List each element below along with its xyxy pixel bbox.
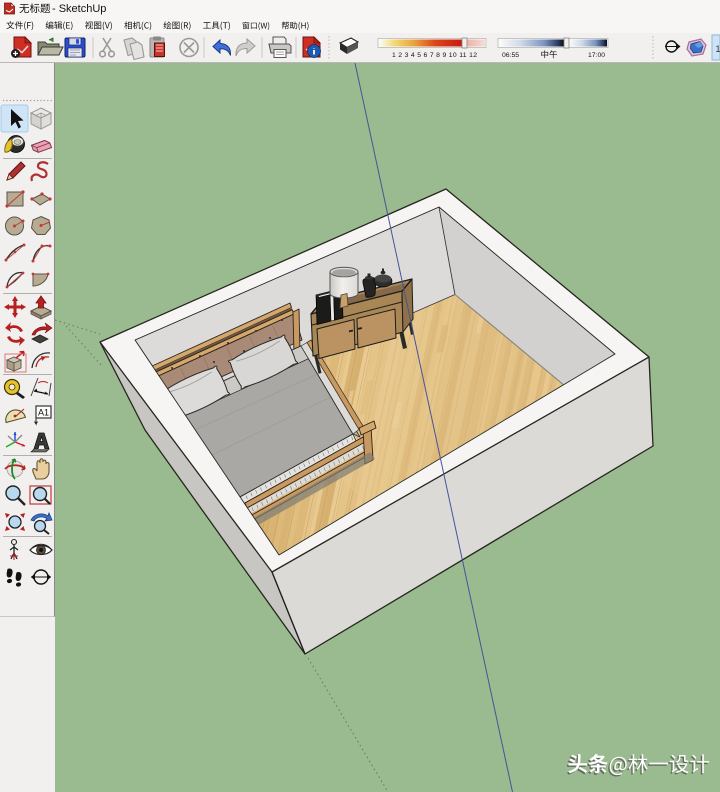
svg-text:1 2 3 4 5 6 7 8 9 10 11 12: 1 2 3 4 5 6 7 8 9 10 11 12 xyxy=(392,52,477,59)
svg-text:17:00: 17:00 xyxy=(588,52,605,59)
svg-text:06:55: 06:55 xyxy=(502,52,519,59)
svg-text:1: 1 xyxy=(716,44,720,54)
svg-text:- SketchUp: - SketchUp xyxy=(52,3,106,15)
svg-text:A1: A1 xyxy=(38,408,49,418)
